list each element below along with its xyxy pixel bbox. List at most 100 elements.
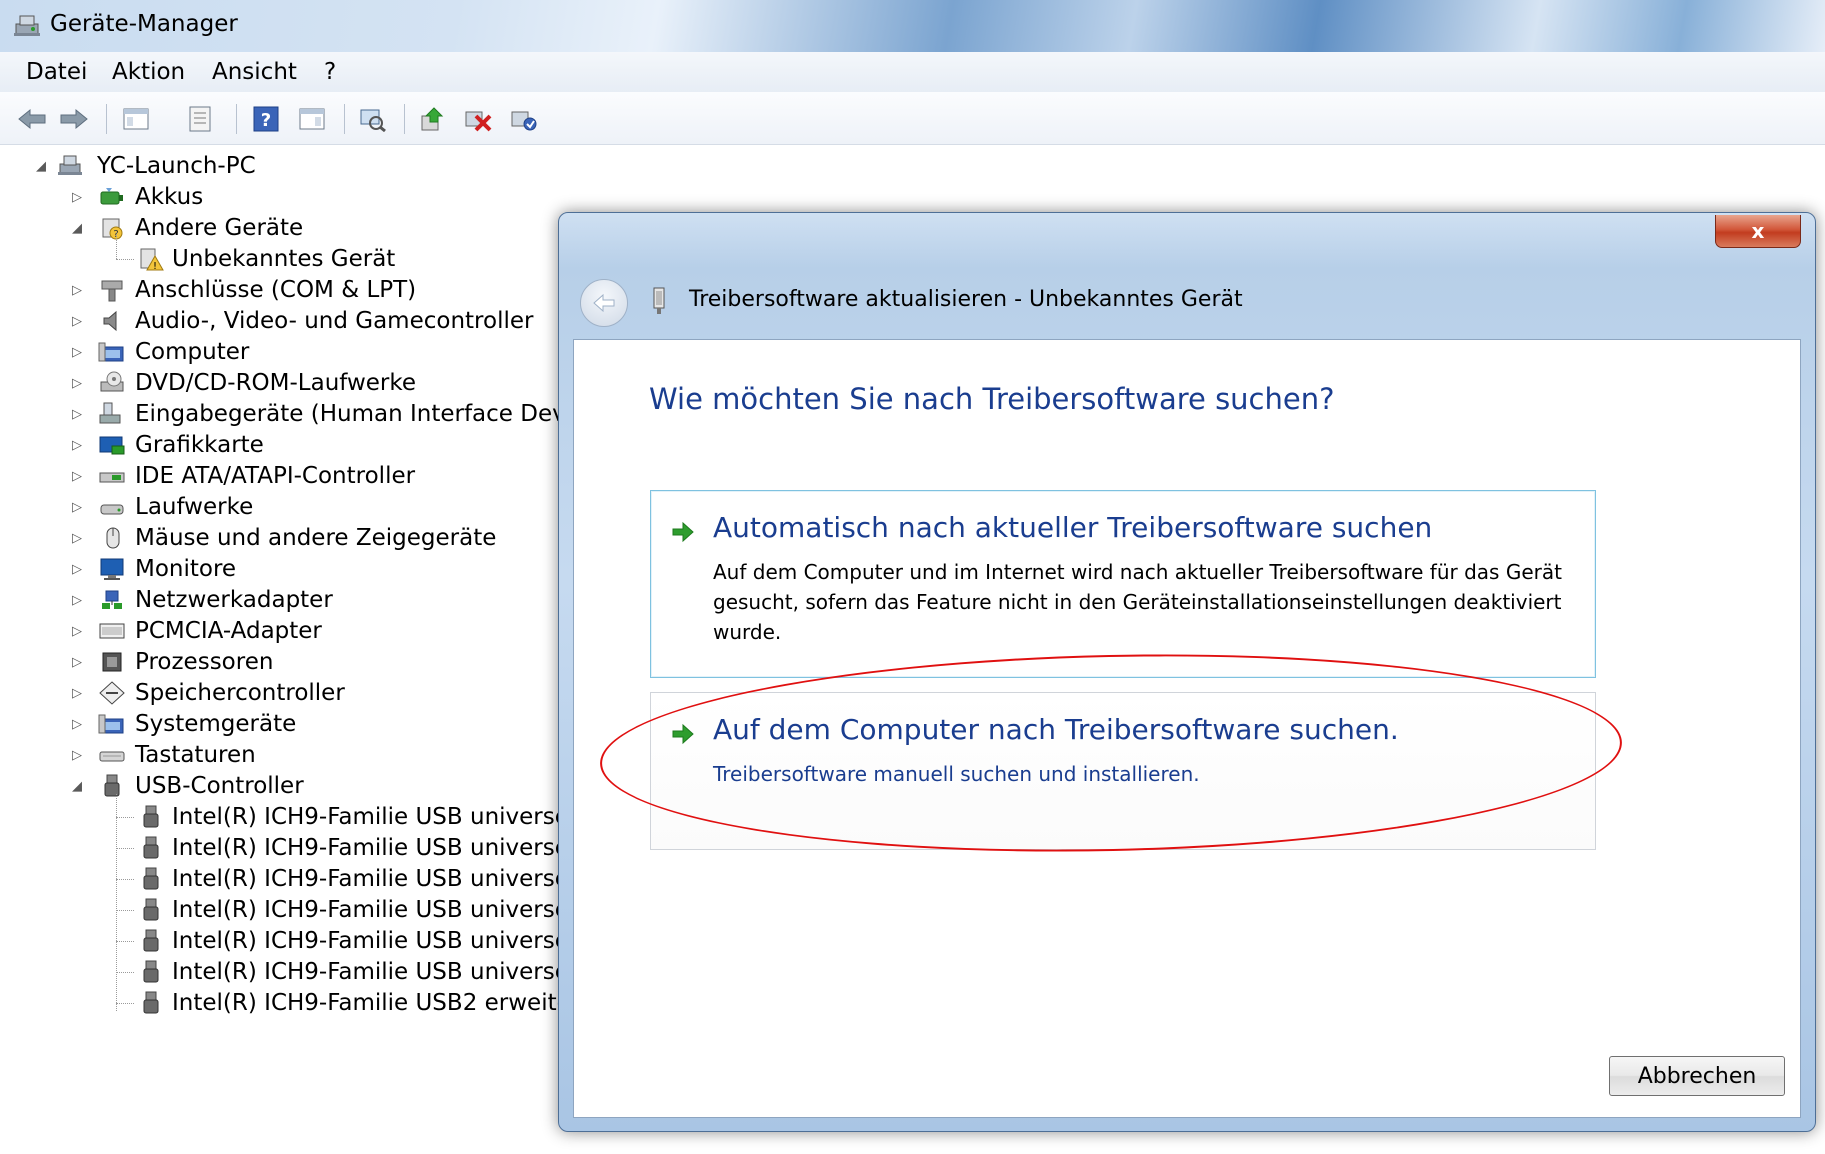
- collapsed-triangle-icon[interactable]: ▷: [70, 748, 84, 763]
- computer-icon: [98, 342, 124, 362]
- tree-item-label: Computer: [135, 339, 250, 365]
- browse-computer-option[interactable]: Auf dem Computer nach Treibersoftware su…: [650, 692, 1596, 850]
- update-driver-icon[interactable]: [416, 103, 448, 135]
- tree-item-label: Mäuse und andere Zeigegeräte: [135, 525, 497, 551]
- tree-item-label: Andere Geräte: [135, 215, 304, 241]
- tree-item-label: Tastaturen: [135, 742, 256, 768]
- port-icon: [101, 280, 123, 302]
- tree-connector-line: [116, 794, 117, 1011]
- collapsed-triangle-icon[interactable]: ▷: [70, 283, 84, 298]
- cancel-button[interactable]: Abbrechen: [1609, 1056, 1785, 1096]
- tree-connector-line: [116, 941, 134, 942]
- tree-item-label: Grafikkarte: [135, 432, 264, 458]
- action-pane-icon[interactable]: [296, 103, 328, 135]
- tree-item-label: Intel(R) ICH9-Familie USB universelle: [172, 866, 596, 892]
- pcmcia-icon: [99, 623, 125, 639]
- collapsed-triangle-icon[interactable]: ▷: [70, 686, 84, 701]
- collapsed-triangle-icon[interactable]: ▷: [70, 438, 84, 453]
- dialog-header: Treibersoftware aktualisieren - Unbekann…: [559, 273, 1815, 329]
- tree-connector-line: [116, 232, 117, 259]
- collapsed-triangle-icon[interactable]: ▷: [70, 407, 84, 422]
- tree-item-label: Systemgeräte: [135, 711, 297, 737]
- storage-controller-icon: [99, 681, 125, 705]
- tree-connector-line: [116, 848, 134, 849]
- svg-text:!: !: [153, 261, 157, 272]
- usb-icon: [104, 774, 120, 797]
- system-devices-icon: [98, 714, 124, 734]
- display-adapter-icon: [99, 436, 125, 455]
- expanded-triangle-icon[interactable]: ◢: [70, 221, 84, 236]
- menu-aktion[interactable]: Aktion: [106, 57, 191, 87]
- tree-device-item[interactable]: Intel(R) ICH9-Familie USB2 erweiterter H…: [0, 985, 865, 1021]
- tree-connector-line: [116, 972, 134, 973]
- computer-root-icon: [58, 155, 82, 175]
- device-manager-app-icon: [14, 15, 40, 36]
- window-titlebar: Geräte-Manager: [0, 0, 1825, 52]
- collapsed-triangle-icon[interactable]: ▷: [70, 190, 84, 205]
- tree-root-label: YC-Launch-PC: [97, 153, 256, 179]
- green-arrow-icon: [672, 723, 694, 745]
- collapsed-triangle-icon[interactable]: ▷: [70, 562, 84, 577]
- usb-plug-icon: [143, 991, 159, 1014]
- collapsed-triangle-icon[interactable]: ▷: [70, 500, 84, 515]
- collapsed-triangle-icon[interactable]: ▷: [70, 717, 84, 732]
- tree-connector-line: [116, 817, 134, 818]
- dialog-close-button[interactable]: x: [1715, 215, 1801, 248]
- dialog-title: Treibersoftware aktualisieren - Unbekann…: [689, 287, 1243, 312]
- tree-item-label: PCMCIA-Adapter: [135, 618, 322, 644]
- collapsed-triangle-icon[interactable]: ▷: [70, 624, 84, 639]
- usb-plug-icon: [143, 805, 159, 828]
- scan-hardware-icon[interactable]: [356, 103, 388, 135]
- collapsed-triangle-icon[interactable]: ▷: [70, 345, 84, 360]
- help-icon[interactable]: ?: [250, 103, 282, 135]
- search-automatically-option[interactable]: Automatisch nach aktueller Treibersoftwa…: [650, 490, 1596, 678]
- toolbar: ?: [0, 92, 1825, 145]
- menu-help[interactable]: ?: [318, 57, 342, 87]
- tree-item-label: Speichercontroller: [135, 680, 345, 706]
- collapsed-triangle-icon[interactable]: ▷: [70, 376, 84, 391]
- dialog-back-button[interactable]: [580, 279, 628, 327]
- tree-item-label: Intel(R) ICH9-Familie USB universelle: [172, 928, 596, 954]
- green-arrow-icon: [672, 521, 694, 543]
- collapsed-triangle-icon[interactable]: ▷: [70, 655, 84, 670]
- expanded-triangle-icon[interactable]: ◢: [34, 159, 48, 174]
- tree-item-label: IDE ATA/ATAPI-Controller: [135, 463, 416, 489]
- battery-icon: [100, 188, 123, 205]
- uninstall-device-icon[interactable]: [462, 103, 494, 135]
- disk-drive-icon: [100, 504, 124, 515]
- tree-connector-line: [116, 1003, 134, 1004]
- tree-item-label: Unbekanntes Gerät: [172, 246, 396, 272]
- tree-item-label: USB-Controller: [135, 773, 304, 799]
- device-icon: [653, 287, 665, 314]
- option-manual-title: Auf dem Computer nach Treibersoftware su…: [713, 713, 1399, 746]
- enable-device-icon[interactable]: [508, 103, 540, 135]
- dialog-question: Wie möchten Sie nach Treibersoftware suc…: [649, 382, 1335, 416]
- tree-item-label: Monitore: [135, 556, 237, 582]
- collapsed-triangle-icon[interactable]: ▷: [70, 593, 84, 608]
- svg-text:?: ?: [261, 110, 271, 131]
- tree-item-label: Intel(R) ICH9-Familie USB universelle: [172, 835, 596, 861]
- usb-plug-icon: [143, 836, 159, 859]
- forward-arrow-icon[interactable]: [58, 103, 90, 135]
- properties-icon[interactable]: [184, 103, 216, 135]
- tree-item-label: Netzwerkadapter: [135, 587, 333, 613]
- collapsed-triangle-icon[interactable]: ▷: [70, 531, 84, 546]
- option-auto-title: Automatisch nach aktueller Treibersoftwa…: [713, 511, 1433, 544]
- show-hide-console-tree-icon[interactable]: [120, 103, 152, 135]
- unknown-device-category-icon: ?: [102, 218, 123, 240]
- expanded-triangle-icon[interactable]: ◢: [70, 779, 84, 794]
- tree-item-label: Intel(R) ICH9-Familie USB universelle: [172, 897, 596, 923]
- collapsed-triangle-icon[interactable]: ▷: [70, 314, 84, 329]
- back-arrow-icon[interactable]: [16, 103, 48, 135]
- collapsed-triangle-icon[interactable]: ▷: [70, 469, 84, 484]
- hid-icon: [99, 402, 121, 424]
- usb-plug-icon: [143, 929, 159, 952]
- tree-connector-line: [116, 879, 134, 880]
- dialog-content: Wie möchten Sie nach Treibersoftware suc…: [573, 339, 1801, 1118]
- tree-item-label: Intel(R) ICH9-Familie USB universelle: [172, 959, 596, 985]
- tree-item-label: Laufwerke: [135, 494, 254, 520]
- menu-ansicht[interactable]: Ansicht: [206, 57, 303, 87]
- tree-item-label: DVD/CD-ROM-Laufwerke: [135, 370, 417, 396]
- menu-datei[interactable]: Datei: [20, 57, 93, 87]
- dvd-drive-icon: [100, 371, 124, 392]
